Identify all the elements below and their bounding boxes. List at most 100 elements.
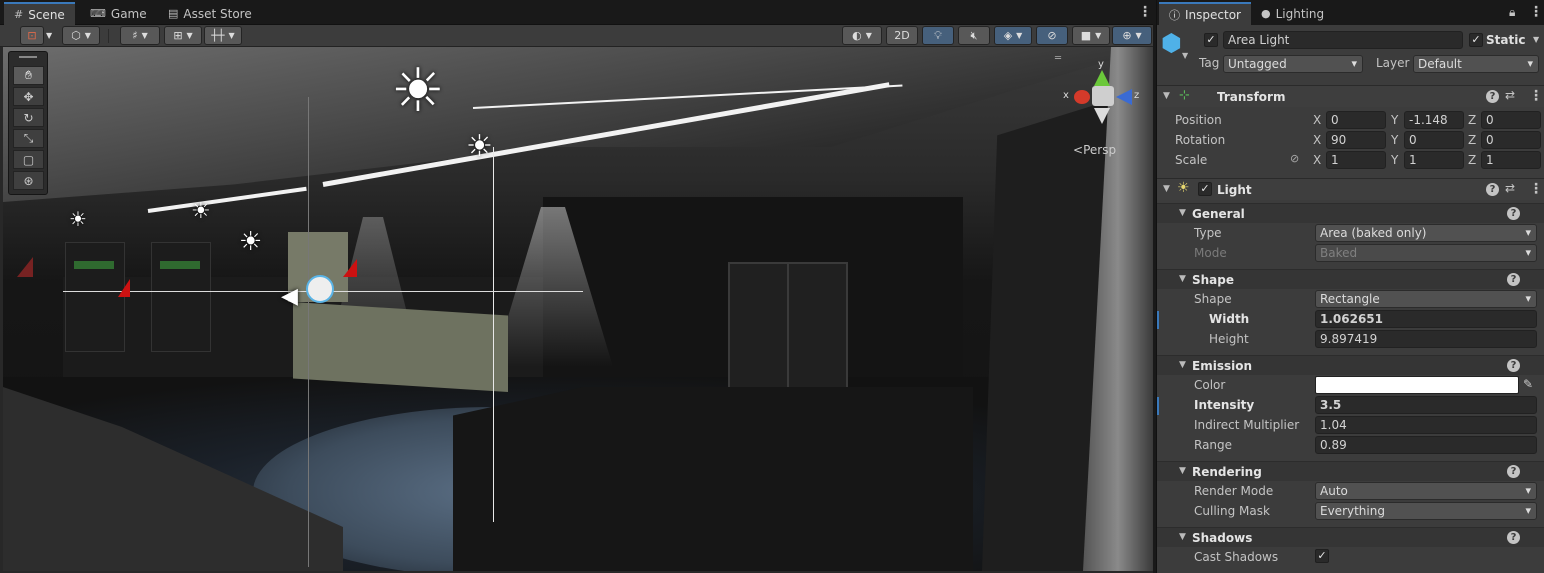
- emission-title: Emission: [1192, 359, 1252, 373]
- gizmo-x-axis-icon[interactable]: [1074, 90, 1090, 104]
- camera-gizmo-icon[interactable]: [118, 279, 130, 297]
- drag-handle[interactable]: [19, 56, 37, 58]
- scale-y-input[interactable]: 1: [1404, 151, 1464, 169]
- light-header[interactable]: ▼ ☀ ✓ Light ? ⇄ ⋮: [1157, 178, 1544, 200]
- range-input[interactable]: 0.89: [1315, 436, 1537, 454]
- axis-y-label: Y: [1391, 133, 1399, 147]
- rotation-y-input[interactable]: 0: [1404, 131, 1464, 149]
- tab-game[interactable]: ⌨ Game: [80, 2, 157, 25]
- help-icon[interactable]: ?: [1507, 273, 1520, 286]
- shading-mode-button[interactable]: ◐ ▼: [842, 26, 882, 45]
- rotation-x-input[interactable]: 90: [1326, 131, 1386, 149]
- link-scale-icon[interactable]: ⊘: [1290, 152, 1299, 165]
- light-gizmo-icon[interactable]: ☀: [466, 127, 493, 167]
- inspector-kebab-menu-icon[interactable]: ⋮: [1529, 5, 1543, 19]
- general-section-header[interactable]: ▼ General ?: [1157, 203, 1544, 223]
- grid-snapping-button[interactable]: ♯ ▼: [120, 26, 160, 45]
- light-gizmo-icon[interactable]: ☀: [391, 61, 445, 121]
- draw-mode-button[interactable]: ⊡: [20, 26, 44, 45]
- gizmo-menu-icon[interactable]: ═: [1055, 53, 1061, 64]
- gizmo-neg-y-icon[interactable]: [1094, 108, 1110, 124]
- scale-tool-button[interactable]: ⤡: [13, 129, 44, 148]
- presets-icon[interactable]: ⇄: [1505, 88, 1515, 102]
- emission-section-header[interactable]: ▼ Emission ?: [1157, 355, 1544, 375]
- gizmos-button[interactable]: ⊕ ▼: [1112, 26, 1152, 45]
- active-checkbox[interactable]: ✓: [1204, 33, 1218, 47]
- static-dropdown-icon[interactable]: ▼: [1533, 35, 1539, 44]
- light-gizmo-icon[interactable]: ☀: [191, 192, 211, 232]
- layer-dropdown[interactable]: Default: [1413, 55, 1539, 73]
- camera-gizmo-icon[interactable]: [343, 259, 357, 277]
- help-icon[interactable]: ?: [1507, 465, 1520, 478]
- lighting-toggle-button[interactable]: 💡︎: [922, 26, 954, 45]
- presets-icon[interactable]: ⇄: [1505, 181, 1515, 195]
- object-name-input[interactable]: Area Light: [1223, 31, 1463, 49]
- increment-snapping-button[interactable]: ⊞ ▼: [164, 26, 202, 45]
- shape-dropdown[interactable]: Rectangle: [1315, 290, 1537, 308]
- mode-2d-button[interactable]: 2D: [886, 26, 918, 45]
- rotation-z-input[interactable]: 0: [1481, 131, 1541, 149]
- tab-scene[interactable]: # Scene: [4, 2, 75, 25]
- shaded-mode-icon: ⊡: [27, 29, 37, 42]
- tab-lighting[interactable]: ● Lighting: [1251, 2, 1334, 25]
- audio-source-icon[interactable]: ◀: [281, 277, 298, 317]
- move-tool-button[interactable]: ✥: [13, 87, 44, 106]
- light-gizmo-icon[interactable]: ☀: [69, 199, 87, 239]
- ruler-button[interactable]: ┼┼ ▼: [204, 26, 242, 45]
- gizmo-y-axis-icon[interactable]: [1094, 70, 1110, 86]
- light-gizmo-icon[interactable]: ☀: [239, 222, 262, 262]
- shape-section-header[interactable]: ▼ Shape ?: [1157, 269, 1544, 289]
- draw-mode-dropdown-icon[interactable]: ▼: [46, 31, 52, 40]
- render-paths-button[interactable]: ⬡ ▼: [62, 26, 100, 45]
- audio-toggle-button[interactable]: 🔇︎: [958, 26, 990, 45]
- rotate-tool-button[interactable]: ↻: [13, 108, 44, 127]
- cast-shadows-checkbox[interactable]: ✓: [1315, 549, 1329, 563]
- projection-toggle[interactable]: <Persp: [1073, 143, 1116, 157]
- render-mode-dropdown[interactable]: Auto: [1315, 482, 1537, 500]
- transform-header[interactable]: ▼ ⊹ Transform ? ⇄ ⋮: [1157, 85, 1544, 107]
- tag-dropdown[interactable]: Untagged: [1223, 55, 1363, 73]
- color-swatch[interactable]: [1315, 376, 1519, 394]
- reflection-probe-icon[interactable]: [306, 275, 334, 303]
- rendering-section-header[interactable]: ▼ Rendering ?: [1157, 461, 1544, 481]
- help-icon[interactable]: ?: [1507, 531, 1520, 544]
- transform-tool-button[interactable]: ⊛: [13, 171, 44, 190]
- help-icon[interactable]: ?: [1486, 183, 1499, 196]
- lock-icon[interactable]: 🔒︎: [1509, 5, 1515, 20]
- help-icon[interactable]: ?: [1486, 90, 1499, 103]
- tab-asset-store[interactable]: ▤ Asset Store: [158, 2, 262, 25]
- rect-tool-button[interactable]: ▢: [13, 150, 44, 169]
- chevron-down-icon[interactable]: ▼: [1182, 51, 1188, 60]
- scene-kebab-menu-icon[interactable]: ⋮: [1138, 5, 1152, 19]
- eyedropper-icon[interactable]: ✎: [1523, 377, 1533, 391]
- scale-z-input[interactable]: 1: [1481, 151, 1541, 169]
- intensity-input[interactable]: 3.5: [1315, 396, 1537, 414]
- help-icon[interactable]: ?: [1507, 207, 1520, 220]
- shadows-section-header[interactable]: ▼ Shadows ?: [1157, 527, 1544, 547]
- orientation-gizmo[interactable]: y x z: [1062, 59, 1142, 142]
- static-checkbox[interactable]: ✓: [1469, 33, 1483, 47]
- camera-settings-button[interactable]: ■ ▼: [1072, 26, 1110, 45]
- type-dropdown[interactable]: Area (baked only): [1315, 224, 1537, 242]
- gizmo-z-axis-icon[interactable]: [1116, 89, 1132, 105]
- gizmo-center-cube[interactable]: [1092, 86, 1114, 106]
- scale-x-input[interactable]: 1: [1326, 151, 1386, 169]
- light-enabled-checkbox[interactable]: ✓: [1198, 182, 1212, 196]
- component-menu-icon[interactable]: ⋮: [1529, 89, 1543, 103]
- hand-tool-button[interactable]: ✋︎: [13, 66, 44, 85]
- position-x-input[interactable]: 0: [1326, 111, 1386, 129]
- width-input[interactable]: 1.062651: [1315, 310, 1537, 328]
- hidden-objects-button[interactable]: ⊘: [1036, 26, 1068, 45]
- component-menu-icon[interactable]: ⋮: [1529, 182, 1543, 196]
- indirect-multiplier-input[interactable]: 1.04: [1315, 416, 1537, 434]
- position-y-input[interactable]: -1.148: [1404, 111, 1464, 129]
- culling-mask-dropdown[interactable]: Everything: [1315, 502, 1537, 520]
- camera-gizmo-icon[interactable]: [17, 257, 33, 277]
- effects-toggle-button[interactable]: ◈ ▼: [994, 26, 1032, 45]
- tab-inspector[interactable]: ⓘ Inspector: [1159, 2, 1251, 25]
- server-rack: [151, 242, 211, 352]
- position-z-input[interactable]: 0: [1481, 111, 1541, 129]
- height-input[interactable]: 9.897419: [1315, 330, 1537, 348]
- scene-viewport[interactable]: ☀ ☀ ☀ ☀ ☀ ◀ ═ y x z: [3, 47, 1153, 571]
- help-icon[interactable]: ?: [1507, 359, 1520, 372]
